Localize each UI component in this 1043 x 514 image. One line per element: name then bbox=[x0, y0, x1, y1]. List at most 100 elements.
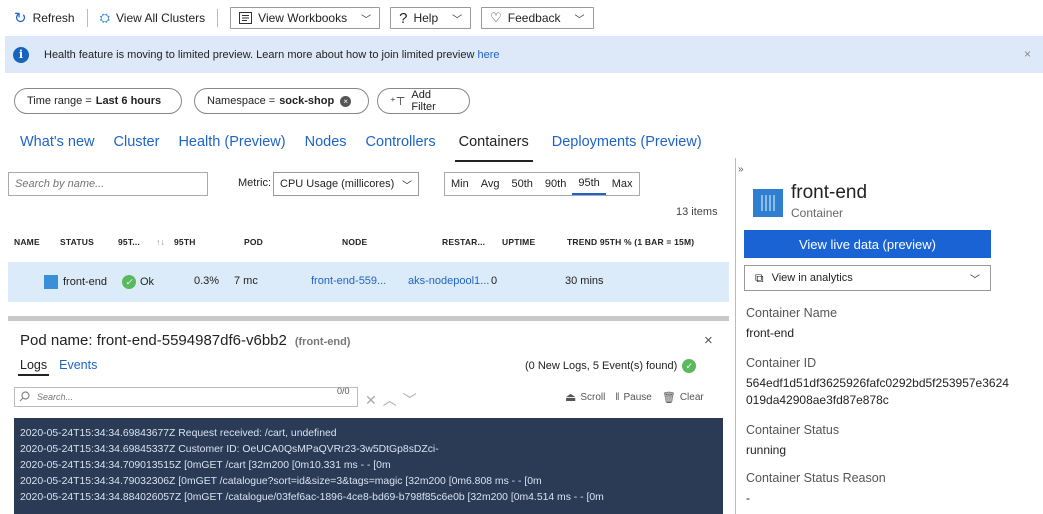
search-input[interactable] bbox=[8, 172, 208, 196]
tab-controllers[interactable]: Controllers bbox=[366, 134, 436, 156]
close-icon[interactable]: × bbox=[704, 332, 713, 349]
time-range-filter[interactable]: Time range = Last 6 hours bbox=[14, 88, 182, 114]
chevron-down-icon: ﹀ bbox=[452, 14, 463, 26]
log-line: 2020-05-24T15:34:34.69843677Z Request re… bbox=[20, 428, 337, 439]
percentile-max[interactable]: Max bbox=[606, 173, 639, 195]
chevron-down-icon: ﹀ bbox=[574, 14, 585, 26]
tab-nodes[interactable]: Nodes bbox=[305, 134, 347, 156]
panel-title: front-end bbox=[791, 182, 868, 203]
namespace-filter[interactable]: Namespace = sock-shop × bbox=[194, 88, 369, 114]
chevron-down-icon: ﹀ bbox=[402, 180, 412, 192]
view-live-data-button[interactable]: View live data (preview) bbox=[744, 230, 991, 258]
clear-button[interactable]: 🗑 Clear bbox=[662, 391, 704, 404]
check-circle-icon: ✓ bbox=[122, 275, 136, 289]
metric-dropdown[interactable]: CPU Usage (millicores) ﹀ bbox=[273, 172, 419, 196]
divider bbox=[86, 9, 88, 27]
column-header-restarts[interactable]: RESTAR... bbox=[442, 237, 485, 247]
column-header-trend[interactable]: TREND 95TH % (1 BAR = 15M) bbox=[567, 237, 694, 247]
tab-deployments[interactable]: Deployments (Preview) bbox=[552, 134, 702, 156]
tab-health[interactable]: Health (Preview) bbox=[178, 134, 285, 156]
container-status-reason-label: Container Status Reason bbox=[746, 471, 886, 485]
log-count-label: (0 New Logs, 5 Event(s) found) bbox=[525, 360, 678, 372]
clear-icon[interactable]: × bbox=[340, 95, 352, 107]
tab-events[interactable]: Events bbox=[59, 358, 97, 372]
container-name-label: Container Name bbox=[746, 306, 838, 320]
chevron-down-icon[interactable]: ﹀ bbox=[403, 390, 417, 410]
add-filter-button[interactable]: ⁺⊤ Add Filter bbox=[377, 88, 470, 114]
column-header-95th-percent[interactable]: 95T... bbox=[118, 237, 140, 247]
log-count: (0 New Logs, 5 Event(s) found) ✓ bbox=[525, 359, 697, 373]
log-console[interactable]: 2020-05-24T15:34:34.69843677Z Request re… bbox=[14, 418, 723, 514]
container-icon bbox=[753, 189, 783, 217]
items-count: 13 items bbox=[676, 206, 718, 218]
tab-whats-new[interactable]: What's new bbox=[20, 134, 95, 156]
scroll-button[interactable]: ⏏ Scroll bbox=[565, 390, 605, 404]
log-tabs: Logs Events bbox=[17, 358, 109, 376]
view-workbooks-dropdown[interactable]: View Workbooks ﹀ bbox=[230, 7, 381, 29]
pane-splitter[interactable] bbox=[8, 316, 729, 321]
log-search-input[interactable] bbox=[14, 387, 358, 407]
tab-logs[interactable]: Logs bbox=[17, 358, 50, 376]
pause-button[interactable]: ‖ Pause bbox=[615, 392, 652, 403]
percentile-95th[interactable]: 95th bbox=[572, 173, 606, 195]
row-95th: 7 mc bbox=[234, 275, 258, 287]
banner-link[interactable]: here bbox=[478, 49, 500, 61]
percentile-avg[interactable]: Avg bbox=[475, 173, 506, 195]
banner-text: Health feature is moving to limited prev… bbox=[44, 49, 500, 61]
row-uptime: 30 mins bbox=[565, 275, 604, 287]
namespace-label: Namespace = bbox=[207, 95, 276, 107]
time-range-value: Last 6 hours bbox=[95, 95, 162, 107]
refresh-button[interactable]: ↻ Refresh bbox=[14, 7, 75, 29]
scroll-label: Scroll bbox=[580, 391, 606, 403]
clear-label: Clear bbox=[679, 391, 704, 403]
row-node-link[interactable]: aks-nodepool1... bbox=[408, 275, 489, 287]
feedback-label: Feedback bbox=[507, 11, 561, 25]
namespace-value: sock-shop bbox=[279, 95, 335, 107]
view-all-clusters-button[interactable]: ⛭ View All Clusters bbox=[100, 7, 206, 29]
pause-label: Pause bbox=[623, 391, 652, 403]
row-95th-percent: 0.3% bbox=[194, 275, 220, 287]
column-header-node[interactable]: NODE bbox=[342, 237, 367, 247]
clear-icon[interactable]: ✕ bbox=[365, 392, 377, 409]
row-pod-link[interactable]: front-end-559... bbox=[311, 275, 386, 287]
sort-icon[interactable]: ↑↓ bbox=[156, 237, 165, 247]
workbook-icon bbox=[239, 12, 253, 24]
refresh-label: Refresh bbox=[32, 11, 75, 25]
container-id-value-cont: 019da42908ae3fd87e878c bbox=[746, 393, 889, 407]
container-status-value: running bbox=[746, 443, 787, 457]
tab-containers[interactable]: Containers bbox=[454, 134, 533, 162]
tab-cluster[interactable]: Cluster bbox=[114, 134, 160, 156]
column-header-95th[interactable]: 95TH bbox=[174, 237, 196, 247]
info-icon: i bbox=[13, 46, 29, 63]
pod-name: Pod name: front-end-5594987df6-v6bb2 bbox=[20, 332, 287, 349]
chevron-down-icon: ﹀ bbox=[361, 14, 372, 26]
trash-icon: 🗑 bbox=[661, 391, 676, 404]
feedback-dropdown[interactable]: ♡ Feedback ﹀ bbox=[481, 7, 594, 29]
log-line: 2020-05-24T15:34:34.709013515Z [0mGET /c… bbox=[20, 460, 391, 471]
pod-title: Pod name: front-end-5594987df6-v6bb2 (fro… bbox=[20, 332, 350, 349]
time-range-label: Time range = bbox=[27, 95, 92, 107]
percentile-90th[interactable]: 90th bbox=[539, 173, 572, 195]
help-dropdown[interactable]: ? Help ﹀ bbox=[390, 7, 472, 29]
help-label: Help bbox=[413, 11, 439, 25]
container-status-reason-value: - bbox=[746, 491, 750, 505]
refresh-icon: ↻ bbox=[14, 10, 27, 27]
expand-panel-icon[interactable]: » bbox=[738, 164, 744, 175]
container-id-label: Container ID bbox=[746, 356, 817, 370]
column-header-status[interactable]: STATUS bbox=[60, 237, 94, 247]
column-header-pod[interactable]: POD bbox=[244, 237, 263, 247]
row-restarts: 0 bbox=[491, 275, 498, 287]
column-header-name[interactable]: NAME bbox=[14, 237, 40, 247]
column-header-uptime[interactable]: UPTIME bbox=[502, 237, 535, 247]
table-row[interactable]: front-end ✓ Ok 0.3% 7 mc front-end-559...… bbox=[8, 262, 729, 302]
log-tools: ⏏ Scroll ‖ Pause 🗑 Clear bbox=[565, 390, 704, 404]
close-icon[interactable]: × bbox=[1024, 47, 1031, 61]
view-in-analytics-dropdown[interactable]: ⧉ View in analytics ﹀ bbox=[744, 265, 991, 291]
info-banner: i Health feature is moving to limited pr… bbox=[5, 36, 1043, 73]
percentile-50th[interactable]: 50th bbox=[506, 173, 539, 195]
row-status-label: Ok bbox=[140, 275, 155, 288]
percentile-min[interactable]: Min bbox=[445, 173, 475, 195]
filter-icon: ⁺⊤ bbox=[390, 95, 406, 108]
chevron-up-icon[interactable]: ︿ bbox=[383, 390, 397, 410]
percentile-selector: Min Avg 50th 90th 95th Max bbox=[444, 172, 640, 196]
